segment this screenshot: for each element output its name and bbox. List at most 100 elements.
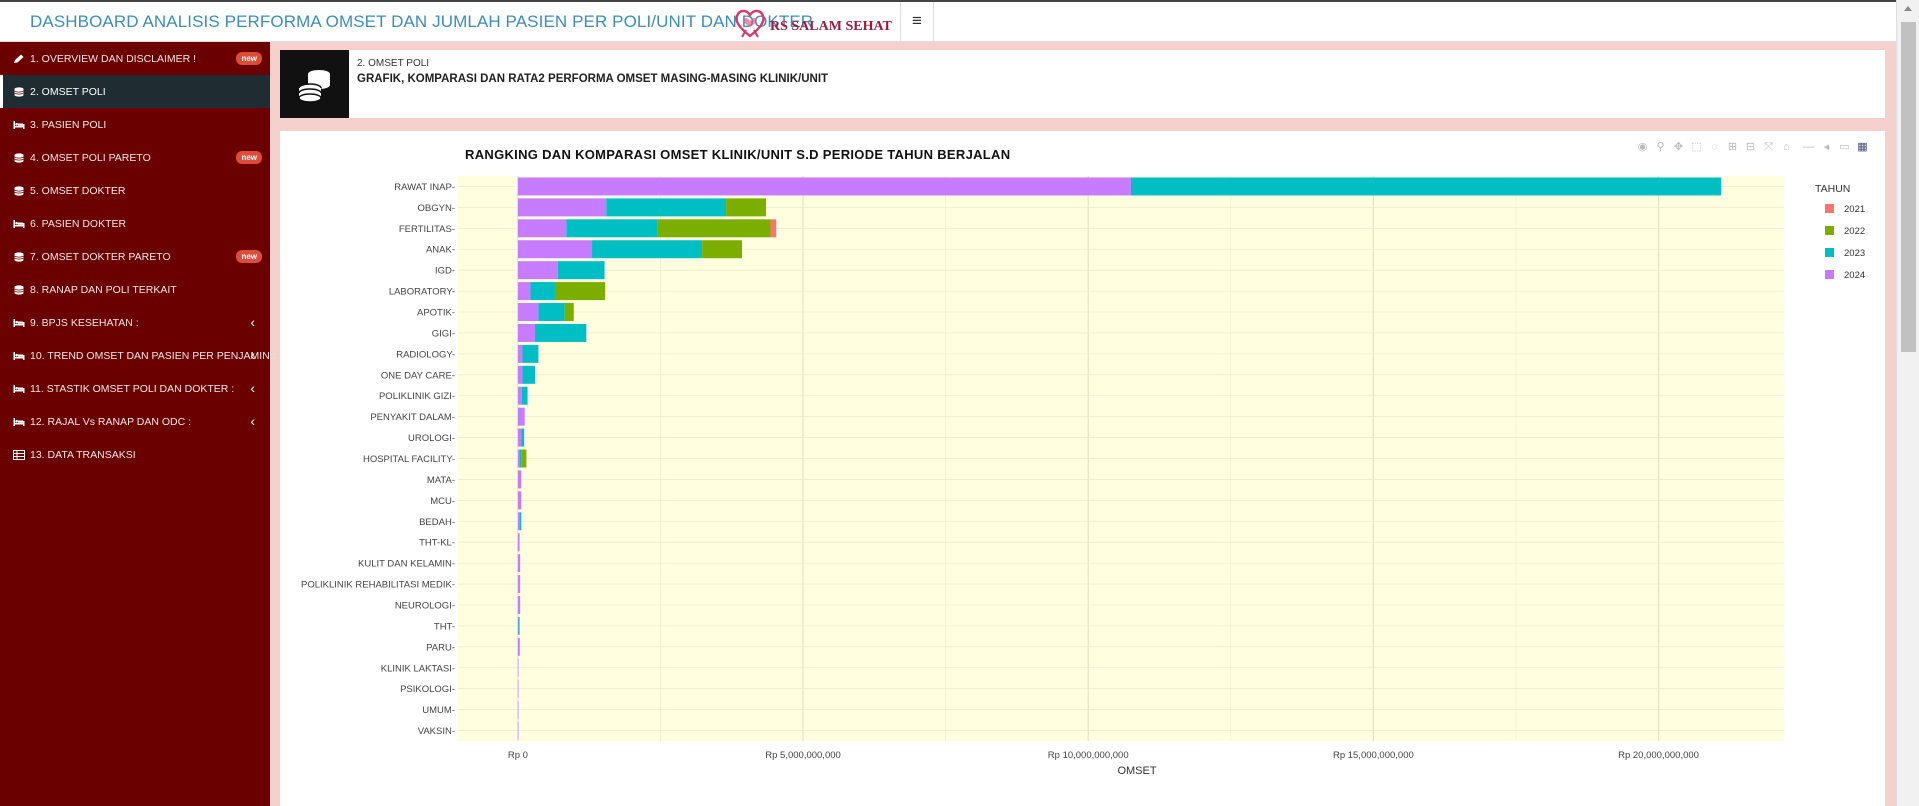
bar-2023-fertilitas[interactable] xyxy=(566,219,658,238)
bar-2024-tht[interactable] xyxy=(517,616,519,635)
legend-label-2022[interactable]: 2022 xyxy=(1844,226,1865,237)
table-icon xyxy=(13,449,25,460)
sidebar-toggle-button[interactable]: ≡ xyxy=(900,2,934,42)
bar-2024-radiology[interactable] xyxy=(517,344,523,363)
sidebar-item-9[interactable]: 9. BPJS KESEHATAN : ‹ xyxy=(0,306,270,339)
bar-2023-obgyn[interactable] xyxy=(606,198,727,217)
scroll-thumb[interactable] xyxy=(1901,22,1916,352)
scroll-up-icon[interactable] xyxy=(1904,6,1912,11)
bar-2023-anak[interactable] xyxy=(592,240,703,259)
sidebar-item-11[interactable]: 11. STASTIK OMSET POLI DAN DOKTER : ‹ xyxy=(0,372,270,405)
y-tick-label: NEUROLOGI- xyxy=(395,600,455,611)
bar-2024-poliklinik-gizi[interactable] xyxy=(517,386,522,405)
sidebar-item-12[interactable]: 12. RAJAL Vs RANAP DAN ODC : ‹ xyxy=(0,405,270,438)
bar-2022-fertilitas[interactable] xyxy=(657,219,771,238)
autoscale-icon[interactable]: ⤧ xyxy=(1762,141,1775,154)
page-scrollbar[interactable] xyxy=(1896,0,1919,806)
bar-2024-igd[interactable] xyxy=(517,261,558,280)
bar-2024-penyakit-dalam[interactable] xyxy=(517,407,525,426)
bar-2024-laboratory[interactable] xyxy=(517,282,531,301)
legend-label-2023[interactable]: 2023 xyxy=(1844,248,1865,259)
hover-closest-icon[interactable]: ◂ xyxy=(1820,141,1833,154)
zoom-icon[interactable]: ⚲ xyxy=(1654,141,1667,154)
zoom-in-icon[interactable]: ⊞ xyxy=(1726,141,1739,154)
camera-icon[interactable]: ◉ xyxy=(1636,141,1649,154)
chevron-left-icon[interactable]: ‹ xyxy=(250,314,255,330)
bar-2022-apotik[interactable] xyxy=(564,303,574,322)
legend-label-2024[interactable]: 2024 xyxy=(1844,270,1865,281)
sidebar-item-6[interactable]: 6. PASIEN DOKTER xyxy=(0,207,270,240)
pan-icon[interactable]: ✥ xyxy=(1672,141,1685,154)
bar-2023-hospital-facility[interactable] xyxy=(519,449,522,468)
legend-swatch-2023[interactable] xyxy=(1825,248,1834,257)
chevron-left-icon[interactable]: ‹ xyxy=(250,413,255,429)
bar-2024-psikologi[interactable] xyxy=(517,679,519,698)
bar-2023-radiology[interactable] xyxy=(522,344,539,363)
spike-lines-icon[interactable]: — xyxy=(1802,141,1815,154)
sidebar-item-10[interactable]: 10. TREND OMSET DAN PASIEN PER PENJAMIN … xyxy=(0,339,276,372)
bar-2023-paru[interactable] xyxy=(519,637,520,656)
legend-swatch-2024[interactable] xyxy=(1825,270,1834,279)
omset-bar-chart[interactable]: RAWAT INAP- OBGYN- FERTILITAS- ANAK- IGD- LAB… xyxy=(280,131,1885,806)
bar-2023-tht[interactable] xyxy=(518,616,520,635)
sidebar-item-5[interactable]: 5. OMSET DOKTER xyxy=(0,174,270,207)
bar-2024-one-day-care[interactable] xyxy=(517,365,523,384)
bar-2022-laboratory[interactable] xyxy=(554,282,606,301)
bar-2024-mata[interactable] xyxy=(517,470,522,489)
hover-compare-icon[interactable]: ▭ xyxy=(1838,141,1851,154)
sidebar-item-1[interactable]: 1. OVERVIEW DAN DISCLAIMER ! new xyxy=(0,42,270,75)
bar-2024-vaksin[interactable] xyxy=(517,721,519,740)
zoom-out-icon[interactable]: ⊟ xyxy=(1744,141,1757,154)
bar-2024-mcu[interactable] xyxy=(517,491,522,510)
reset-axes-icon[interactable]: ⌂ xyxy=(1780,141,1793,154)
legend-swatch-2022[interactable] xyxy=(1825,226,1834,235)
bar-2023-gigi[interactable] xyxy=(534,323,587,342)
chevron-left-icon[interactable]: ‹ xyxy=(250,380,255,396)
lasso-icon[interactable]: ◌ xyxy=(1708,141,1721,154)
bar-2024-apotik[interactable] xyxy=(517,303,539,322)
legend-label-2021[interactable]: 2021 xyxy=(1844,204,1865,215)
bar-2024-tht-kl[interactable] xyxy=(517,533,520,552)
bar-2023-igd[interactable] xyxy=(557,261,605,280)
bar-2024-obgyn[interactable] xyxy=(517,198,607,217)
bed-icon xyxy=(13,384,25,394)
bar-2022-obgyn[interactable] xyxy=(726,198,766,217)
bar-2024-urologi[interactable] xyxy=(517,428,522,447)
y-tick-label: OBGYN- xyxy=(418,203,455,214)
sidebar-item-8[interactable]: 8. RANAP DAN POLI TERKAIT xyxy=(0,273,270,306)
bar-2024-umum[interactable] xyxy=(517,700,519,719)
bar-2023-laboratory[interactable] xyxy=(530,282,555,301)
plotly-logo-icon[interactable]: ▦ xyxy=(1856,141,1869,154)
sidebar-item-7[interactable]: 7. OMSET DOKTER PARETO new xyxy=(0,240,270,273)
bar-2023-one-day-care[interactable] xyxy=(522,365,535,384)
bar-2024-gigi[interactable] xyxy=(517,323,535,342)
bar-2024-paru[interactable] xyxy=(517,637,520,656)
bar-2021-fertilitas[interactable] xyxy=(770,219,777,238)
bar-2022-hospital-facility[interactable] xyxy=(521,449,527,468)
sidebar-item-4[interactable]: 4. OMSET POLI PARETO new xyxy=(0,141,270,174)
sidebar-item-2[interactable]: 2. OMSET POLI xyxy=(0,75,270,108)
bar-2024-fertilitas[interactable] xyxy=(517,219,567,238)
bar-2024-bedah[interactable] xyxy=(517,512,520,531)
sidebar-item-3[interactable]: 3. PASIEN POLI xyxy=(0,108,270,141)
bar-2022-anak[interactable] xyxy=(702,240,743,259)
legend-swatch-2021[interactable] xyxy=(1825,204,1834,213)
sidebar-item-label: 6. PASIEN DOKTER xyxy=(30,217,127,230)
bar-2023-urologi[interactable] xyxy=(521,428,525,447)
bar-2023-apotik[interactable] xyxy=(538,303,565,322)
sidebar-item-13[interactable]: 13. DATA TRANSAKSI xyxy=(0,438,270,471)
bar-2024-anak[interactable] xyxy=(517,240,593,259)
y-tick-label: LABORATORY- xyxy=(389,287,455,298)
bar-2024-kulit-dan-kelamin[interactable] xyxy=(517,554,521,573)
bar-2023-poliklinik-gizi[interactable] xyxy=(521,386,528,405)
bar-2024-rawat-inap[interactable] xyxy=(517,177,1131,196)
chevron-left-icon[interactable]: ‹ xyxy=(250,347,255,363)
bar-2023-bedah[interactable] xyxy=(519,512,522,531)
y-tick-label: ANAK- xyxy=(426,245,455,256)
bar-2024-klinik-laktasi[interactable] xyxy=(517,658,519,677)
bar-2024-hospital-facility[interactable] xyxy=(517,449,520,468)
bar-2023-rawat-inap[interactable] xyxy=(1130,177,1722,196)
bar-2024-neurologi[interactable] xyxy=(517,595,521,614)
bar-2024-poliklinik-rehabilitasi-medik[interactable] xyxy=(517,575,521,594)
box-select-icon[interactable]: ⬚ xyxy=(1690,141,1703,154)
